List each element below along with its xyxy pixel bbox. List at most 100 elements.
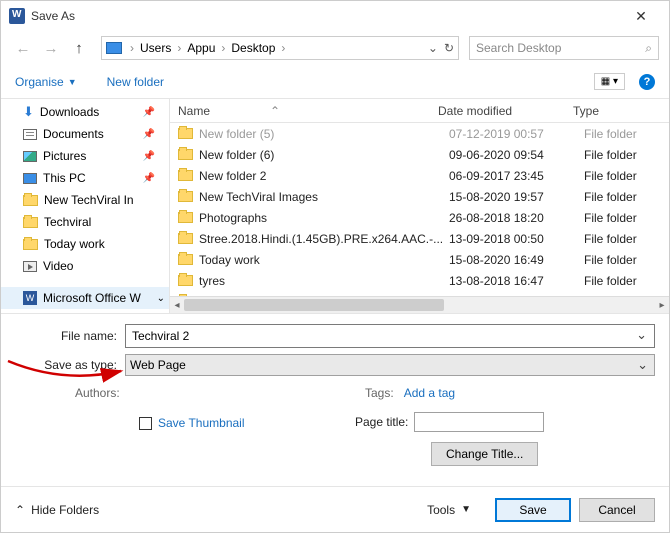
header-name[interactable]: Name — [178, 104, 210, 118]
file-date: 26-08-2018 18:20 — [449, 211, 584, 225]
folder-icon — [23, 217, 38, 228]
tools-menu[interactable]: Tools — [427, 503, 455, 517]
refresh-icon[interactable]: ↻ — [444, 41, 454, 55]
new-folder-button[interactable]: New folder — [107, 75, 164, 89]
search-icon: ⌕ — [645, 41, 652, 56]
breadcrumb-appu[interactable]: Appu — [185, 41, 217, 55]
table-row[interactable]: Stree.2018.Hindi.(1.45GB).PRE.x264.AAC.-… — [170, 228, 669, 249]
checkbox-icon[interactable] — [139, 417, 152, 430]
sidebar-item-thispc[interactable]: This PC📌 — [1, 167, 169, 189]
close-button[interactable]: ✕ — [621, 1, 661, 31]
pictures-icon — [23, 151, 37, 162]
table-row[interactable]: Photographs26-08-2018 18:20File folder — [170, 207, 669, 228]
file-list: Name⌃ Date modified Type New folder (5)0… — [169, 99, 669, 313]
table-row[interactable]: New TechViral Images15-08-2020 19:57File… — [170, 186, 669, 207]
file-type: File folder — [584, 253, 669, 267]
file-name: New folder (6) — [199, 148, 449, 162]
file-date: 09-06-2020 09:54 — [449, 148, 584, 162]
file-date: 15-08-2020 19:57 — [449, 190, 584, 204]
page-title-input[interactable] — [414, 412, 544, 432]
file-date: 15-08-2020 16:49 — [449, 253, 584, 267]
word-app-icon — [9, 8, 25, 24]
scroll-thumb[interactable] — [184, 299, 444, 311]
pin-icon: 📌 — [143, 173, 155, 184]
organise-button[interactable]: Organise — [15, 75, 64, 89]
pin-icon: 📌 — [143, 151, 155, 162]
file-name: Stree.2018.Hindi.(1.45GB).PRE.x264.AAC.-… — [199, 232, 449, 246]
pc-icon — [106, 42, 122, 54]
back-button[interactable]: ← — [11, 36, 35, 60]
authors-label: Authors: — [75, 386, 120, 400]
page-title-label: Page title: — [355, 415, 408, 429]
file-date: 13-09-2018 00:50 — [449, 232, 584, 246]
file-list-header[interactable]: Name⌃ Date modified Type — [170, 99, 669, 123]
filename-input[interactable] — [125, 324, 655, 348]
sidebar-item-techviral[interactable]: Techviral — [1, 211, 169, 233]
header-date[interactable]: Date modified — [438, 104, 573, 118]
saveastype-select[interactable]: Web Page — [125, 354, 655, 376]
up-button[interactable]: ↑ — [67, 36, 91, 60]
tags-label: Tags: — [365, 386, 394, 400]
file-date: 06-09-2017 23:45 — [449, 169, 584, 183]
folder-icon — [23, 239, 38, 250]
folder-icon — [178, 191, 193, 202]
file-type: File folder — [584, 274, 669, 288]
file-name: Today work — [199, 253, 449, 267]
change-title-button[interactable]: Change Title... — [431, 442, 538, 466]
breadcrumb-desktop[interactable]: Desktop — [229, 41, 277, 55]
table-row[interactable]: New folder 206-09-2017 23:45File folder — [170, 165, 669, 186]
folder-icon — [178, 212, 193, 223]
video-icon — [23, 261, 37, 272]
saveastype-label: Save as type: — [15, 358, 125, 372]
table-row[interactable]: New folder (5)07-12-2019 00:57File folde… — [170, 123, 669, 144]
title-bar: Save As ✕ — [1, 1, 669, 31]
sidebar-item-downloads[interactable]: ⬇Downloads📌 — [1, 101, 169, 123]
horizontal-scrollbar[interactable]: ◂ ▸ — [170, 296, 669, 313]
address-dropdown-icon[interactable]: ⌄ — [428, 41, 438, 55]
sidebar-item-msoffice[interactable]: WMicrosoft Office W⌄ — [1, 287, 169, 309]
breadcrumb-users[interactable]: Users — [138, 41, 173, 55]
folder-icon — [178, 254, 193, 265]
pin-icon: 📌 — [143, 107, 155, 118]
table-row[interactable]: New folder (6)09-06-2020 09:54File folde… — [170, 144, 669, 165]
file-name: tyres — [199, 274, 449, 288]
download-icon: ⬇ — [23, 104, 34, 120]
search-input[interactable]: Search Desktop ⌕ — [469, 36, 659, 60]
filename-label: File name: — [15, 329, 125, 343]
view-options-button[interactable]: ▦ ▾ — [594, 73, 625, 90]
document-icon — [23, 129, 37, 140]
folder-icon — [178, 275, 193, 286]
file-type: File folder — [584, 148, 669, 162]
file-type: File folder — [584, 190, 669, 204]
scroll-right-icon[interactable]: ▸ — [655, 297, 669, 313]
cancel-button[interactable]: Cancel — [579, 498, 655, 522]
sidebar-item-todaywork[interactable]: Today work — [1, 233, 169, 255]
address-bar[interactable]: › Users › Appu › Desktop › ⌄↻ — [101, 36, 459, 60]
file-name: Photographs — [199, 211, 449, 225]
help-button[interactable]: ? — [639, 74, 655, 90]
folder-icon — [178, 233, 193, 244]
file-name: New TechViral Images — [199, 190, 449, 204]
file-type: File folder — [584, 232, 669, 246]
header-type[interactable]: Type — [573, 104, 669, 118]
save-button[interactable]: Save — [495, 498, 571, 522]
forward-button[interactable]: → — [39, 36, 63, 60]
word-icon: W — [23, 291, 37, 305]
file-name: New folder 2 — [199, 169, 449, 183]
organise-dropdown-icon[interactable]: ▼ — [68, 77, 77, 87]
sidebar-item-newtechviral[interactable]: New TechViral In — [1, 189, 169, 211]
nav-bar: ← → ↑ › Users › Appu › Desktop › ⌄↻ Sear… — [1, 31, 669, 65]
sidebar-item-documents[interactable]: Documents📌 — [1, 123, 169, 145]
save-form: File name: Save as type: Web Page Author… — [1, 313, 669, 466]
table-row[interactable]: tyres13-08-2018 16:47File folder — [170, 270, 669, 291]
file-type: File folder — [584, 211, 669, 225]
file-date: 07-12-2019 00:57 — [449, 127, 584, 141]
chevron-up-icon: ⌃ — [15, 503, 25, 517]
add-tag-link[interactable]: Add a tag — [404, 386, 455, 400]
scroll-left-icon[interactable]: ◂ — [170, 297, 184, 313]
sidebar-item-pictures[interactable]: Pictures📌 — [1, 145, 169, 167]
hide-folders-button[interactable]: ⌃ Hide Folders — [15, 503, 99, 517]
tools-dropdown-icon[interactable]: ▼ — [461, 504, 471, 515]
table-row[interactable]: Today work15-08-2020 16:49File folder — [170, 249, 669, 270]
sidebar-item-video[interactable]: Video — [1, 255, 169, 277]
